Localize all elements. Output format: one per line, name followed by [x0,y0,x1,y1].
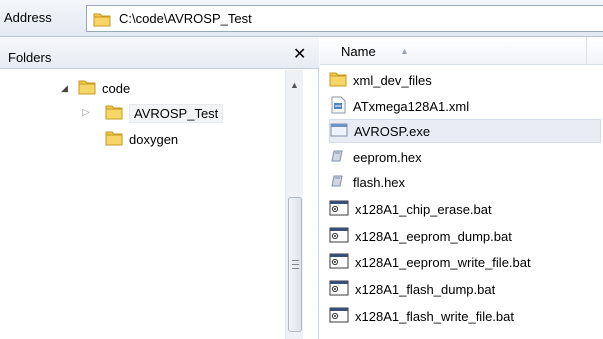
file-row[interactable]: eeprom.hex [329,145,601,169]
file-label: AVROSP.exe [354,123,431,139]
bat-file-icon [329,279,349,300]
column-header-name[interactable]: Name [341,44,376,59]
address-bar: Address C:\code\AVROSP_Test [0,0,603,37]
bat-file-icon [329,252,349,273]
file-row[interactable]: x128A1_flash_dump.bat [329,277,601,301]
file-row[interactable]: xml_dev_files [329,68,601,92]
exe-file-icon [330,121,348,142]
file-row[interactable]: x128A1_flash_write_file.bat [329,304,601,328]
tree-item-label: AVROSP_Test [129,103,224,123]
grip-icon [292,260,299,269]
file-label: x128A1_flash_dump.bat [355,281,496,297]
file-row[interactable]: x128A1_eeprom_dump.bat [329,224,601,248]
bat-file-icon [329,226,349,247]
address-path: C:\code\AVROSP_Test [119,11,252,26]
collapsed-arrow-icon[interactable]: ▷ [82,107,90,118]
file-label: x128A1_eeprom_write_file.bat [355,254,531,270]
folder-icon [105,129,123,150]
sort-ascending-icon: ▲ [400,46,409,56]
address-label: Address [4,10,52,25]
folder-icon [93,11,111,30]
tree-item-code[interactable]: code [78,77,130,99]
scrollbar-thumb[interactable] [288,197,302,332]
expanded-arrow-icon[interactable]: ◢ [61,83,68,94]
hex-file-icon [329,147,347,168]
folders-pane: Folders ✕ ◢ code ▷ AVROSP_Test doxygen ▲ [0,37,319,339]
file-row[interactable]: x128A1_chip_erase.bat [329,197,601,221]
tree-item-doxygen[interactable]: doxygen [105,128,178,150]
xml-file-icon [329,96,347,117]
bat-file-icon [329,199,349,220]
file-row[interactable]: flash.hex [329,170,601,194]
file-label: x128A1_eeprom_dump.bat [355,228,512,244]
column-divider[interactable] [586,37,587,65]
folders-header: Folders ✕ [0,37,319,69]
folders-scrollbar[interactable]: ▲ [285,70,303,339]
hex-file-icon [329,172,347,193]
tree-item-label: code [102,80,131,96]
scroll-up-icon[interactable]: ▲ [290,80,299,90]
file-label: xml_dev_files [353,72,432,88]
file-label: ATxmega128A1.xml [353,98,470,114]
tree-item-label: doxygen [129,131,179,147]
folders-title: Folders [8,50,52,65]
file-label: flash.hex [353,174,406,190]
file-row[interactable]: ATxmega128A1.xml [329,94,601,118]
files-header: Name ▲ [320,37,603,65]
bat-file-icon [329,306,349,327]
address-field[interactable]: C:\code\AVROSP_Test [86,5,603,32]
folder-icon [329,70,347,91]
file-row-selected[interactable]: AVROSP.exe [329,119,601,143]
files-pane: Name ▲ xml_dev_files ATxmega128A1.xml AV… [320,37,603,339]
close-icon[interactable]: ✕ [293,44,306,64]
tree-item-avrosp-test[interactable]: AVROSP_Test [105,102,224,124]
folder-icon [105,103,123,124]
file-label: x128A1_chip_erase.bat [355,201,492,217]
file-row[interactable]: x128A1_eeprom_write_file.bat [329,250,601,274]
file-label: eeprom.hex [353,149,422,165]
folder-icon [78,78,96,99]
file-label: x128A1_flash_write_file.bat [355,308,514,324]
